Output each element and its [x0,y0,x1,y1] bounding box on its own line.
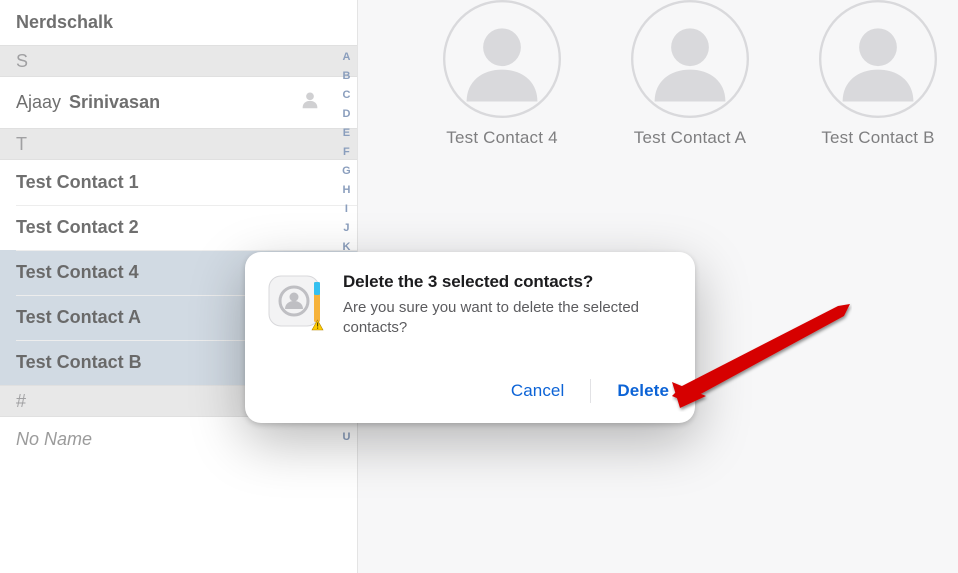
dialog-title: Delete the 3 selected contacts? [343,272,675,292]
contact-row[interactable]: Test Contact 2 [0,205,357,250]
contact-card-name: Test Contact 4 [446,128,557,148]
alpha-index-letter[interactable]: F [343,147,350,158]
delete-button[interactable]: Delete [611,375,675,407]
alpha-index-letter[interactable]: C [342,90,350,101]
alpha-index-letter[interactable]: U [342,432,350,443]
cancel-button[interactable]: Cancel [505,375,571,407]
contact-row[interactable]: No Name [0,417,357,462]
alpha-index-letter[interactable]: B [342,71,350,82]
contact-name: Test Contact 1 [16,172,139,193]
contact-last-name: Srinivasan [69,92,160,113]
dialog-message: Are you sure you want to delete the sele… [343,298,675,339]
alpha-index-letter[interactable]: H [342,185,350,196]
contact-card[interactable]: Test Contact B [798,0,958,148]
button-separator [590,379,591,403]
section-header-t: T [0,128,357,160]
avatar-icon [819,0,937,118]
contact-card-name: Test Contact B [821,128,934,148]
alpha-index-letter[interactable]: D [342,109,350,120]
contact-name: Nerdschalk [16,12,113,33]
contact-name: No Name [16,429,92,450]
contact-name: Test Contact A [16,307,141,328]
contact-name: Test Contact B [16,352,142,373]
dialog-text: Delete the 3 selected contacts? Are you … [343,272,675,339]
contact-row[interactable]: Test Contact 1 [0,160,357,205]
contact-row[interactable]: Nerdschalk [0,0,357,45]
contact-row[interactable]: Ajaay Srinivasan [0,77,357,128]
contact-name: Test Contact 4 [16,262,139,283]
app-root: Nerdschalk S Ajaay Srinivasan T Test Con… [0,0,958,573]
contacts-warning-icon [265,272,325,332]
contact-card[interactable]: Test Contact A [610,0,770,148]
alpha-index-letter[interactable]: A [342,52,350,63]
contact-name: Test Contact 2 [16,217,139,238]
dialog-body: Delete the 3 selected contacts? Are you … [265,272,675,339]
contact-card-name: Test Contact A [634,128,746,148]
delete-confirmation-dialog: Delete the 3 selected contacts? Are you … [245,252,695,423]
dialog-actions: Cancel Delete [265,375,675,407]
section-header-s: S [0,45,357,77]
contact-card[interactable]: Test Contact 4 [422,0,582,148]
avatar-icon [443,0,561,118]
contact-first-name: Ajaay [16,92,61,113]
alpha-index-letter[interactable]: I [345,204,348,215]
me-card-icon [299,89,321,116]
alpha-index-letter[interactable]: E [343,128,350,139]
alpha-index-letter[interactable]: G [342,166,351,177]
avatar-icon [631,0,749,118]
alpha-index-letter[interactable]: J [343,223,349,234]
selected-contact-cards: Test Contact 4 Test Contact A Test Conta… [358,0,958,148]
